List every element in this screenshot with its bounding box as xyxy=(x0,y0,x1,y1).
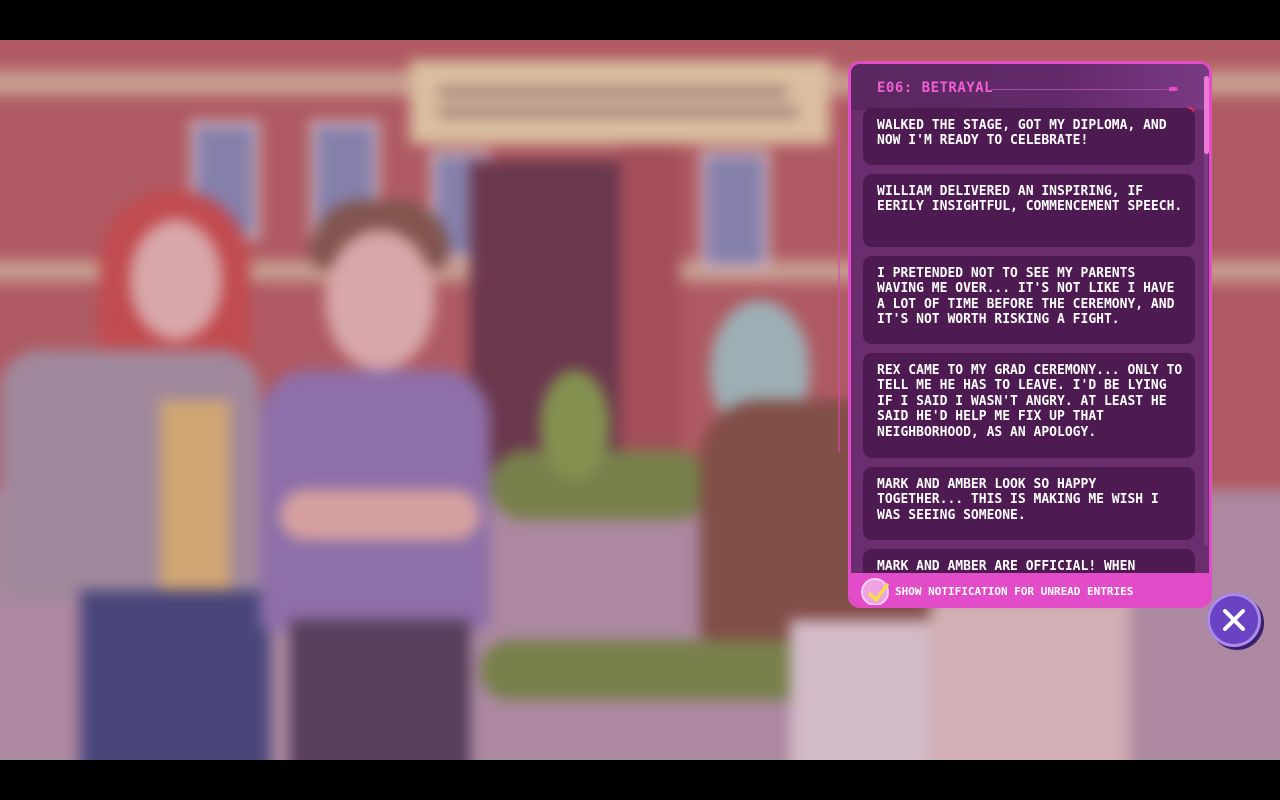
close-button[interactable] xyxy=(1207,593,1261,647)
scrollbar-thumb[interactable] xyxy=(1204,76,1209,154)
journal-entry: WALKED THE STAGE, GOT MY DIPLOMA, AND NO… xyxy=(863,108,1195,165)
journal-title: E06: BETRAYAL xyxy=(877,80,994,96)
journal-entry: MARK AND AMBER LOOK SO HAPPY TOGETHER...… xyxy=(863,467,1195,540)
journal-entry: I PRETENDED NOT TO SEE MY PARENTS WAVING… xyxy=(863,256,1195,344)
journal-entry: WILLIAM DELIVERED AN INSPIRING, IF EERIL… xyxy=(863,174,1195,247)
journal-entry-list[interactable]: WALKED THE STAGE, GOT MY DIPLOMA, AND NO… xyxy=(863,108,1195,574)
title-divider-end xyxy=(1169,87,1177,91)
unread-notification-checkbox[interactable] xyxy=(861,578,889,605)
letterbox-bottom xyxy=(0,760,1280,800)
checkmark-icon xyxy=(868,583,889,602)
unread-notification-label[interactable]: Show notification for unread entries xyxy=(895,585,1133,598)
title-divider xyxy=(991,89,1179,90)
letterbox-top xyxy=(0,0,1280,40)
journal-header: E06: BETRAYAL xyxy=(851,64,1209,110)
journal-panel: E06: BETRAYAL WALKED THE STAGE, GOT MY D… xyxy=(848,61,1212,608)
journal-entry: REX CAME TO MY GRAD CEREMONY... ONLY TO … xyxy=(863,353,1195,458)
journal-entry: MARK AND AMBER ARE OFFICIAL! WHEN xyxy=(863,549,1195,574)
close-icon xyxy=(1223,609,1245,631)
journal-footer: Show notification for unread entries xyxy=(851,573,1209,605)
panel-side-accent xyxy=(838,130,840,452)
